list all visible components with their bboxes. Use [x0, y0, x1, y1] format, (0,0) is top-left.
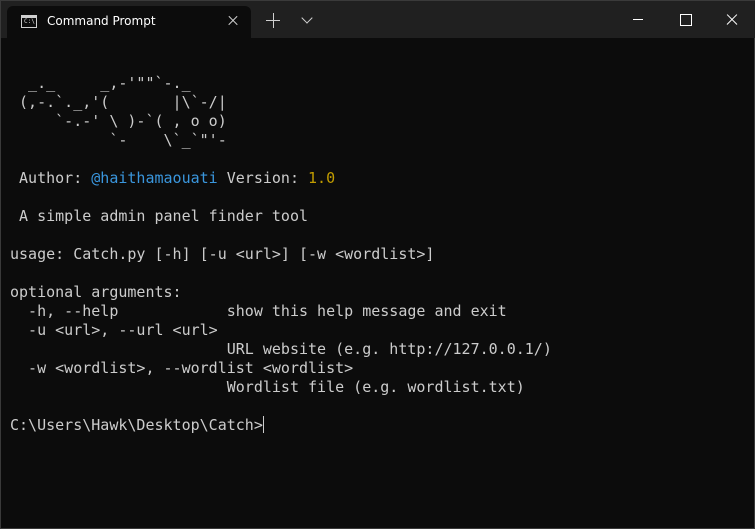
option-line: -w <wordlist>, --wordlist <wordlist>: [10, 359, 354, 377]
chevron-down-icon[interactable]: [299, 13, 317, 27]
ascii-art-line: `-.-' \ )-`( , o o): [10, 112, 227, 130]
author-line: Author: @haithamaouati Version: 1.0: [10, 169, 335, 188]
ascii-art-line: _._ _,-'""`-._: [10, 74, 191, 92]
tab-title: Command Prompt: [47, 14, 156, 28]
option-line: -u <url>, --url <url>: [10, 321, 218, 339]
close-button[interactable]: [709, 1, 755, 38]
maximize-button[interactable]: [662, 1, 708, 38]
author-label: Author:: [10, 169, 92, 187]
command-prompt-icon: C:\: [21, 15, 37, 28]
usage-line: usage: Catch.py [-h] [-u <url>] [-w <wor…: [10, 245, 435, 263]
options-header: optional arguments:: [10, 283, 182, 301]
title-bar[interactable]: C:\ Command Prompt: [1, 1, 755, 38]
terminal-window: C:\ Command Prompt _._ _,-'""`-._ (,-.`.…: [0, 0, 755, 529]
prompt-path: C:\Users\Hawk\Desktop\Catch>: [10, 416, 263, 434]
ascii-art-line: (,-.`._,'( |\`-/|: [10, 93, 227, 111]
description-line: A simple admin panel finder tool: [10, 207, 309, 225]
option-line: -h, --help show this help message and ex…: [10, 302, 507, 320]
ascii-art-line: `- \`_`"'-: [10, 131, 227, 149]
version-label: Version:: [217, 169, 309, 187]
new-tab-icon[interactable]: [263, 11, 283, 31]
terminal-output[interactable]: _._ _,-'""`-._ (,-.`._,'( |\`-/| `-.-' \…: [1, 38, 754, 528]
tab-command-prompt[interactable]: C:\ Command Prompt: [7, 6, 251, 38]
command-prompt-line[interactable]: C:\Users\Hawk\Desktop\Catch>: [10, 416, 264, 435]
text-cursor: [262, 416, 264, 433]
tab-close-icon[interactable]: [223, 11, 243, 31]
option-line: URL website (e.g. http://127.0.0.1/): [10, 340, 552, 358]
minimize-button[interactable]: [615, 1, 661, 38]
version-value: 1.0: [308, 169, 336, 187]
option-line: Wordlist file (e.g. wordlist.txt): [10, 378, 525, 396]
author-handle: @haithamaouati: [91, 169, 218, 187]
